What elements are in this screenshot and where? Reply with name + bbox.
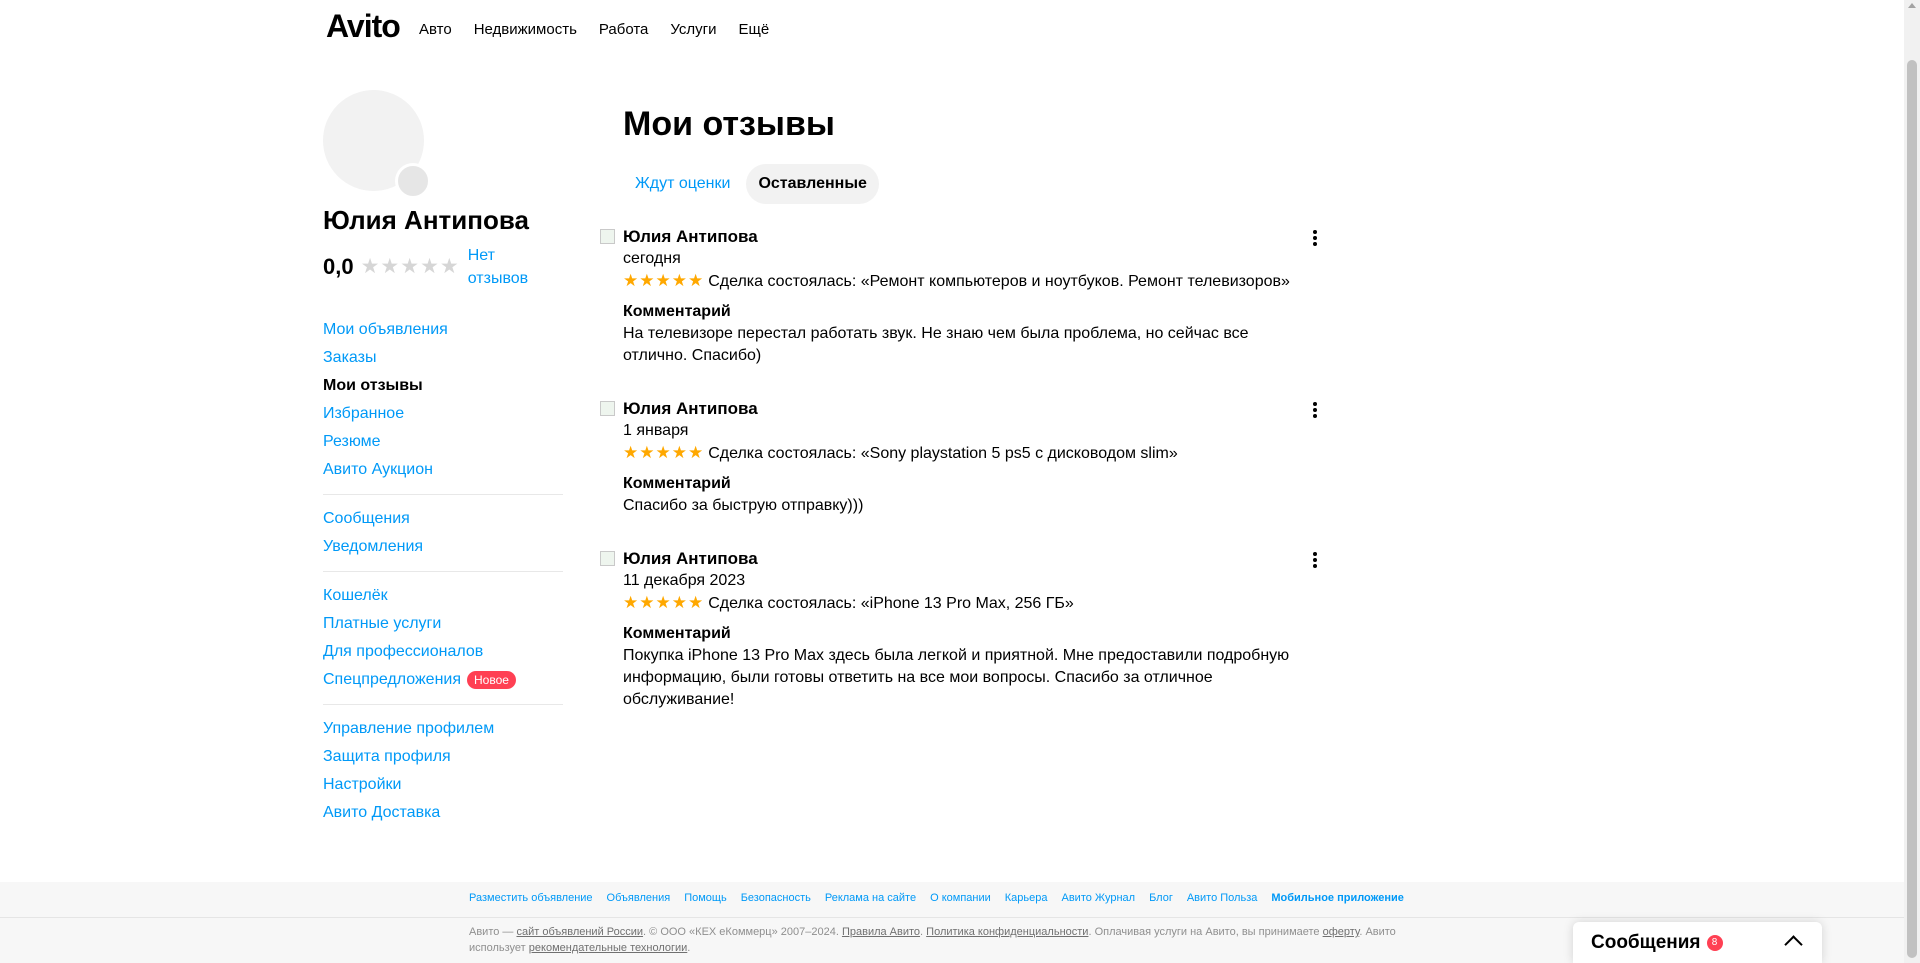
tab-left[interactable]: Оставленные — [746, 164, 879, 204]
footer-link-help[interactable]: Помощь — [684, 892, 727, 904]
review-image-icon — [600, 551, 615, 566]
legal-link-site[interactable]: сайт объявлений России — [516, 926, 643, 938]
review-image-icon — [600, 401, 615, 416]
review-comment-label: Комментарий — [623, 303, 731, 320]
sidebar-item-for-pros[interactable]: Для профессионалов — [323, 638, 563, 666]
messenger-title: Сообщения — [1591, 931, 1701, 953]
page-title: Мои отзывы — [623, 105, 835, 143]
review-comment: Покупка iPhone 13 Pro Max здесь была лег… — [623, 647, 1290, 708]
sidebar-item-favorites[interactable]: Избранное — [323, 400, 563, 428]
footer-link-mobile-app[interactable]: Мобильное приложение — [1271, 892, 1404, 904]
tab-awaiting[interactable]: Ждут оценки — [623, 164, 742, 204]
sidebar-item-wallet[interactable]: Кошелёк — [323, 582, 563, 610]
review-deal: ★★★★★ Сделка состоялась: «iPhone 13 Pro M… — [623, 592, 1313, 615]
legal-text: . — [687, 942, 691, 954]
sidebar-item-label: Спецпредложения — [323, 671, 461, 688]
sidebar-item-my-ads[interactable]: Мои объявления — [323, 316, 563, 344]
review-comment-label: Комментарий — [623, 475, 731, 492]
sidebar-item-my-reviews[interactable]: Мои отзывы — [323, 372, 563, 400]
nav-services[interactable]: Услуги — [670, 21, 716, 38]
sidebar-divider — [323, 704, 563, 705]
avito-logo[interactable]: Avito — [326, 8, 401, 45]
footer-link-safety[interactable]: Безопасность — [741, 892, 811, 904]
chevron-up-icon[interactable] — [1784, 935, 1803, 954]
scroll-up-icon[interactable] — [1908, 3, 1916, 8]
review-date: 1 января — [623, 422, 689, 439]
footer-link-journal[interactable]: Авито Журнал — [1062, 892, 1136, 904]
review-author: Юлия Антипова — [623, 549, 758, 568]
footer-link-ads[interactable]: Объявления — [607, 892, 671, 904]
review-date: 11 декабря 2023 — [623, 572, 746, 589]
no-reviews-link[interactable]: Нет отзывов — [468, 244, 538, 290]
sidebar-item-special-offers[interactable]: Спецпредложения Новое — [323, 666, 563, 694]
footer-divider — [0, 917, 1904, 918]
legal-link-offer[interactable]: оферту — [1323, 926, 1360, 938]
sidebar-menu: Мои объявления Заказы Мои отзывы Избранн… — [323, 316, 563, 827]
profile-rating: 0,0 ★★★★★ Нет отзывов — [323, 244, 538, 290]
review-comment-label: Комментарий — [623, 625, 731, 642]
footer-link-benefit[interactable]: Авито Польза — [1187, 892, 1258, 904]
more-vertical-icon[interactable] — [1307, 228, 1323, 248]
review-comment: На телевизоре перестал работать звук. Не… — [623, 325, 1249, 364]
footer-link-post-ad[interactable]: Разместить объявление — [469, 892, 593, 904]
more-vertical-icon[interactable] — [1307, 400, 1323, 420]
top-nav: Авто Недвижимость Работа Услуги Ещё — [419, 21, 769, 38]
review-deal: ★★★★★ Сделка состоялась: «Sony playstatio… — [623, 442, 1313, 465]
sidebar-item-notifications[interactable]: Уведомления — [323, 533, 563, 561]
more-vertical-icon[interactable] — [1307, 550, 1323, 570]
sidebar-item-auction[interactable]: Авито Аукцион — [323, 456, 563, 484]
legal-link-privacy[interactable]: Политика конфиденциальности — [926, 926, 1088, 938]
sidebar-item-paid-services[interactable]: Платные услуги — [323, 610, 563, 638]
scrollbar-thumb[interactable] — [1907, 60, 1917, 958]
nav-realty[interactable]: Недвижимость — [474, 21, 577, 38]
footer-legal-text: Авито — сайт объявлений России. © ООО «К… — [469, 924, 1419, 956]
nav-auto[interactable]: Авто — [419, 21, 452, 38]
sidebar-item-orders[interactable]: Заказы — [323, 344, 563, 372]
nav-more[interactable]: Ещё — [739, 21, 770, 38]
footer-links: Разместить объявление Объявления Помощь … — [469, 892, 1404, 904]
review-date: сегодня — [623, 250, 681, 267]
review-author: Юлия Антипова — [623, 399, 758, 418]
messenger-widget[interactable]: Сообщения 8 — [1573, 922, 1822, 963]
footer-link-advertising[interactable]: Реклама на сайте — [825, 892, 916, 904]
sidebar-item-resume[interactable]: Резюме — [323, 428, 563, 456]
footer-link-blog[interactable]: Блог — [1149, 892, 1173, 904]
legal-link-recommendations[interactable]: рекомендательные технологии — [529, 942, 688, 954]
rating-value: 0,0 — [323, 254, 354, 279]
page-scrollbar[interactable] — [1904, 0, 1920, 963]
sidebar-item-settings[interactable]: Настройки — [323, 771, 563, 799]
sidebar-item-messages[interactable]: Сообщения — [323, 505, 563, 533]
review-deal-text[interactable]: Сделка состоялась: «Ремонт компьютеров и… — [708, 273, 1290, 290]
legal-text: . © ООО «КЕХ еКоммерц» 2007–2024. — [643, 926, 842, 938]
nav-jobs[interactable]: Работа — [599, 21, 649, 38]
legal-link-rules[interactable]: Правила Авито — [842, 926, 920, 938]
sidebar-divider — [323, 571, 563, 572]
star-icon: ★★★★★ — [623, 271, 705, 290]
legal-text: . Оплачивая услуги на Авито, вы принимае… — [1088, 926, 1323, 938]
review-image-icon — [600, 229, 615, 244]
star-icon: ★★★★★ — [623, 443, 705, 462]
review-comment: Спасибо за быструю отправку))) — [623, 497, 864, 514]
new-badge: Новое — [467, 671, 516, 689]
review-author: Юлия Антипова — [623, 227, 758, 246]
legal-text: Авито — — [469, 926, 517, 938]
sidebar-item-profile-protection[interactable]: Защита профиля — [323, 743, 563, 771]
sidebar-divider — [323, 494, 563, 495]
review-tabs: Ждут оценки Оставленные — [623, 164, 879, 204]
review-deal: ★★★★★ Сделка состоялась: «Ремонт компьюте… — [623, 270, 1313, 293]
star-icon: ★★★★★ — [623, 593, 705, 612]
sidebar-item-delivery[interactable]: Авито Доставка — [323, 799, 563, 827]
review-deal-text[interactable]: Сделка состоялась: «iPhone 13 Pro Max, 2… — [708, 595, 1074, 612]
header: Avito Авто Недвижимость Работа Услуги Ещ… — [0, 0, 1904, 60]
footer-link-career[interactable]: Карьера — [1005, 892, 1048, 904]
avatar-edit-badge[interactable] — [395, 163, 431, 199]
review-deal-text[interactable]: Сделка состоялась: «Sony playstation 5 p… — [708, 445, 1178, 462]
sidebar-item-profile-management[interactable]: Управление профилем — [323, 715, 563, 743]
rating-stars-icon: ★★★★★ — [360, 255, 460, 278]
unread-count-badge: 8 — [1706, 934, 1723, 951]
profile-name: Юлия Антипова — [323, 205, 529, 235]
footer-link-about[interactable]: О компании — [930, 892, 991, 904]
